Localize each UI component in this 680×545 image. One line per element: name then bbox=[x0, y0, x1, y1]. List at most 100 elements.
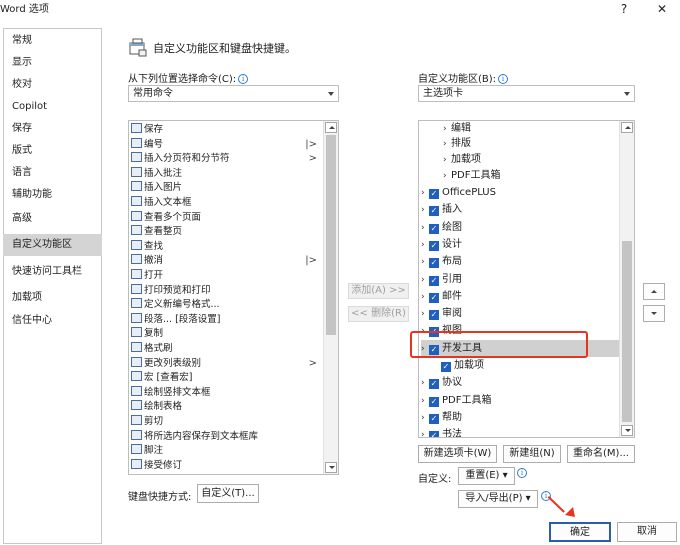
tree-item[interactable]: › ✓ PDF工具箱 bbox=[421, 392, 491, 409]
cancel-button[interactable]: 取消 bbox=[617, 522, 677, 542]
sidebar-item-quick-access[interactable]: 快速访问工具栏 bbox=[12, 265, 100, 279]
list-item[interactable]: 宏 [查看宏] bbox=[131, 370, 323, 385]
checkbox[interactable]: ✓ bbox=[429, 310, 439, 321]
list-item[interactable]: 将所选内容保存到文本框库 bbox=[131, 429, 323, 444]
scroll-up-button[interactable] bbox=[325, 122, 337, 133]
list-item[interactable]: 查看整页 bbox=[131, 224, 323, 239]
tree-item[interactable]: › 排版 bbox=[443, 135, 471, 152]
tree-item[interactable]: › PDF工具箱 bbox=[443, 167, 500, 184]
checkbox[interactable]: ✓ bbox=[429, 396, 439, 407]
list-item[interactable]: 接受修订 bbox=[131, 458, 323, 473]
list-item[interactable]: 打印预览和打印 bbox=[131, 283, 323, 298]
sidebar-item-save[interactable]: 保存 bbox=[12, 122, 100, 136]
sidebar-item-display[interactable]: 显示 bbox=[12, 56, 100, 70]
sidebar-item-trust-center[interactable]: 信任中心 bbox=[12, 314, 100, 328]
scroll-down-button[interactable] bbox=[325, 462, 337, 473]
expand-chevron-icon[interactable]: › bbox=[421, 220, 429, 237]
sidebar-item-general[interactable]: 常规 bbox=[12, 34, 100, 48]
list-item[interactable]: 插入批注 bbox=[131, 166, 323, 181]
list-item[interactable]: 查找 bbox=[131, 239, 323, 254]
help-button[interactable]: ? bbox=[613, 2, 635, 18]
list-item[interactable]: 插入分页符和分节符 > bbox=[131, 151, 323, 166]
tree-item[interactable]: › ✓ 插入 bbox=[421, 201, 462, 218]
expand-chevron-icon[interactable]: › bbox=[421, 375, 429, 392]
checkbox[interactable]: ✓ bbox=[429, 275, 439, 286]
list-item[interactable]: 编号 |> bbox=[131, 137, 323, 152]
expand-chevron-icon[interactable]: › bbox=[421, 185, 429, 202]
new-group-button[interactable]: 新建组(N) bbox=[503, 445, 561, 463]
list-item[interactable]: 脚注 bbox=[131, 443, 323, 458]
tree-item[interactable]: › ✓ 设计 bbox=[421, 236, 462, 253]
list-item[interactable]: 插入文本框 bbox=[131, 195, 323, 210]
checkbox[interactable]: ✓ bbox=[429, 206, 439, 217]
expand-chevron-icon[interactable]: › bbox=[421, 202, 429, 219]
expand-chevron-icon[interactable]: › bbox=[421, 306, 429, 323]
sidebar-item-addins[interactable]: 加载项 bbox=[12, 291, 100, 305]
rename-button[interactable]: 重命名(M)... bbox=[567, 445, 635, 463]
list-item[interactable]: 更改列表级别 > bbox=[131, 356, 323, 371]
reset-button[interactable]: 重置(E) ▾ bbox=[458, 467, 515, 485]
checkbox[interactable]: ✓ bbox=[429, 258, 439, 269]
ok-button[interactable]: 确定 bbox=[549, 522, 611, 542]
expand-chevron-icon[interactable]: › bbox=[421, 427, 429, 437]
scroll-thumb[interactable] bbox=[622, 241, 632, 422]
close-button[interactable]: ✕ bbox=[651, 2, 673, 18]
tree-item[interactable]: › 加载项 bbox=[443, 151, 481, 168]
tree-item[interactable]: › ✓ 引用 bbox=[421, 271, 462, 288]
sidebar-item-language[interactable]: 语言 bbox=[12, 166, 100, 180]
scroll-thumb[interactable] bbox=[326, 135, 336, 335]
expand-chevron-icon[interactable]: › bbox=[421, 237, 429, 254]
move-down-button[interactable] bbox=[643, 305, 665, 322]
import-export-button[interactable]: 导入/导出(P) ▾ bbox=[458, 490, 538, 508]
list-item[interactable]: 段落... [段落设置] bbox=[131, 312, 323, 327]
move-up-button[interactable] bbox=[643, 283, 665, 300]
checkbox[interactable]: ✓ bbox=[441, 362, 451, 372]
customize-keyboard-button[interactable]: 自定义(T)... bbox=[197, 484, 259, 503]
list-item[interactable]: 剪切 bbox=[131, 414, 323, 429]
sidebar-item-copilot[interactable]: Copilot bbox=[12, 100, 100, 114]
list-item[interactable]: 保存 bbox=[131, 122, 323, 137]
tree-item[interactable]: › ✓ 布局 bbox=[421, 253, 462, 270]
choose-commands-combo[interactable]: 常用命令 bbox=[128, 85, 339, 102]
tree-item[interactable]: › ✓ 绘图 bbox=[421, 219, 462, 236]
checkbox[interactable]: ✓ bbox=[429, 431, 439, 437]
sidebar-item-layout[interactable]: 版式 bbox=[12, 144, 100, 158]
sidebar-item-customize-ribbon[interactable]: 自定义功能区 bbox=[3, 234, 102, 256]
commands-list[interactable]: 保存 编号 |> 插入分页符和分节符 > 插入批注 插入图片 插入文本框 查看多个页面 查看整页查… bbox=[128, 120, 339, 475]
list-item[interactable]: 复制 bbox=[131, 326, 323, 341]
checkbox[interactable]: ✓ bbox=[429, 189, 439, 199]
expand-chevron-icon[interactable]: › bbox=[421, 254, 429, 271]
tree-item[interactable]: › ✓ OfficePLUS bbox=[421, 184, 496, 201]
expand-chevron-icon[interactable]: › bbox=[421, 410, 429, 427]
tree-item[interactable]: › ✓ 帮助 bbox=[421, 409, 462, 426]
list-item[interactable]: 插入图片 bbox=[131, 180, 323, 195]
list-item[interactable]: 绘制表格 bbox=[131, 399, 323, 414]
expand-chevron-icon[interactable]: › bbox=[421, 289, 429, 306]
commands-scrollbar[interactable] bbox=[323, 121, 338, 474]
tree-item[interactable]: › ✓ 审阅 bbox=[421, 305, 462, 322]
scroll-down-button[interactable] bbox=[621, 425, 633, 436]
expand-chevron-icon[interactable]: › bbox=[421, 272, 429, 289]
list-item[interactable]: 打开 bbox=[131, 268, 323, 283]
checkbox[interactable]: ✓ bbox=[429, 292, 439, 303]
sidebar-item-proofing[interactable]: 校对 bbox=[12, 78, 100, 92]
new-tab-button[interactable]: 新建选项卡(W) bbox=[418, 445, 497, 463]
checkbox[interactable]: ✓ bbox=[429, 223, 439, 234]
sidebar-item-accessibility[interactable]: 辅助功能 bbox=[12, 188, 100, 202]
add-button[interactable]: 添加(A) >> bbox=[348, 283, 409, 299]
tree-item[interactable]: › ✓ 书法 bbox=[421, 426, 462, 437]
list-item[interactable]: 格式刷 bbox=[131, 341, 323, 356]
list-item[interactable]: 绘制竖排文本框 bbox=[131, 385, 323, 400]
tree-item[interactable]: ✓ 加载项 bbox=[433, 357, 484, 374]
customize-ribbon-combo[interactable]: 主选项卡 bbox=[418, 85, 635, 102]
list-item[interactable]: 查看多个页面 bbox=[131, 210, 323, 225]
ribbon-tree[interactable]: › 编辑 › 排版 › 加载项 › PDF工具箱 › ✓ OfficePLUS › ✓ 插入 › ✓ 绘图 › ✓ 设… bbox=[418, 120, 635, 438]
list-item[interactable]: 定义新编号格式... bbox=[131, 297, 323, 312]
tree-item[interactable]: › ✓ 邮件 bbox=[421, 288, 462, 305]
checkbox[interactable]: ✓ bbox=[429, 413, 439, 424]
tree-item[interactable]: › ✓ 协议 bbox=[421, 374, 462, 391]
scroll-up-button[interactable] bbox=[621, 122, 633, 133]
ribbon-scrollbar[interactable] bbox=[619, 121, 634, 437]
list-item[interactable]: 撤消 |> bbox=[131, 253, 323, 268]
expand-chevron-icon[interactable]: › bbox=[421, 393, 429, 410]
